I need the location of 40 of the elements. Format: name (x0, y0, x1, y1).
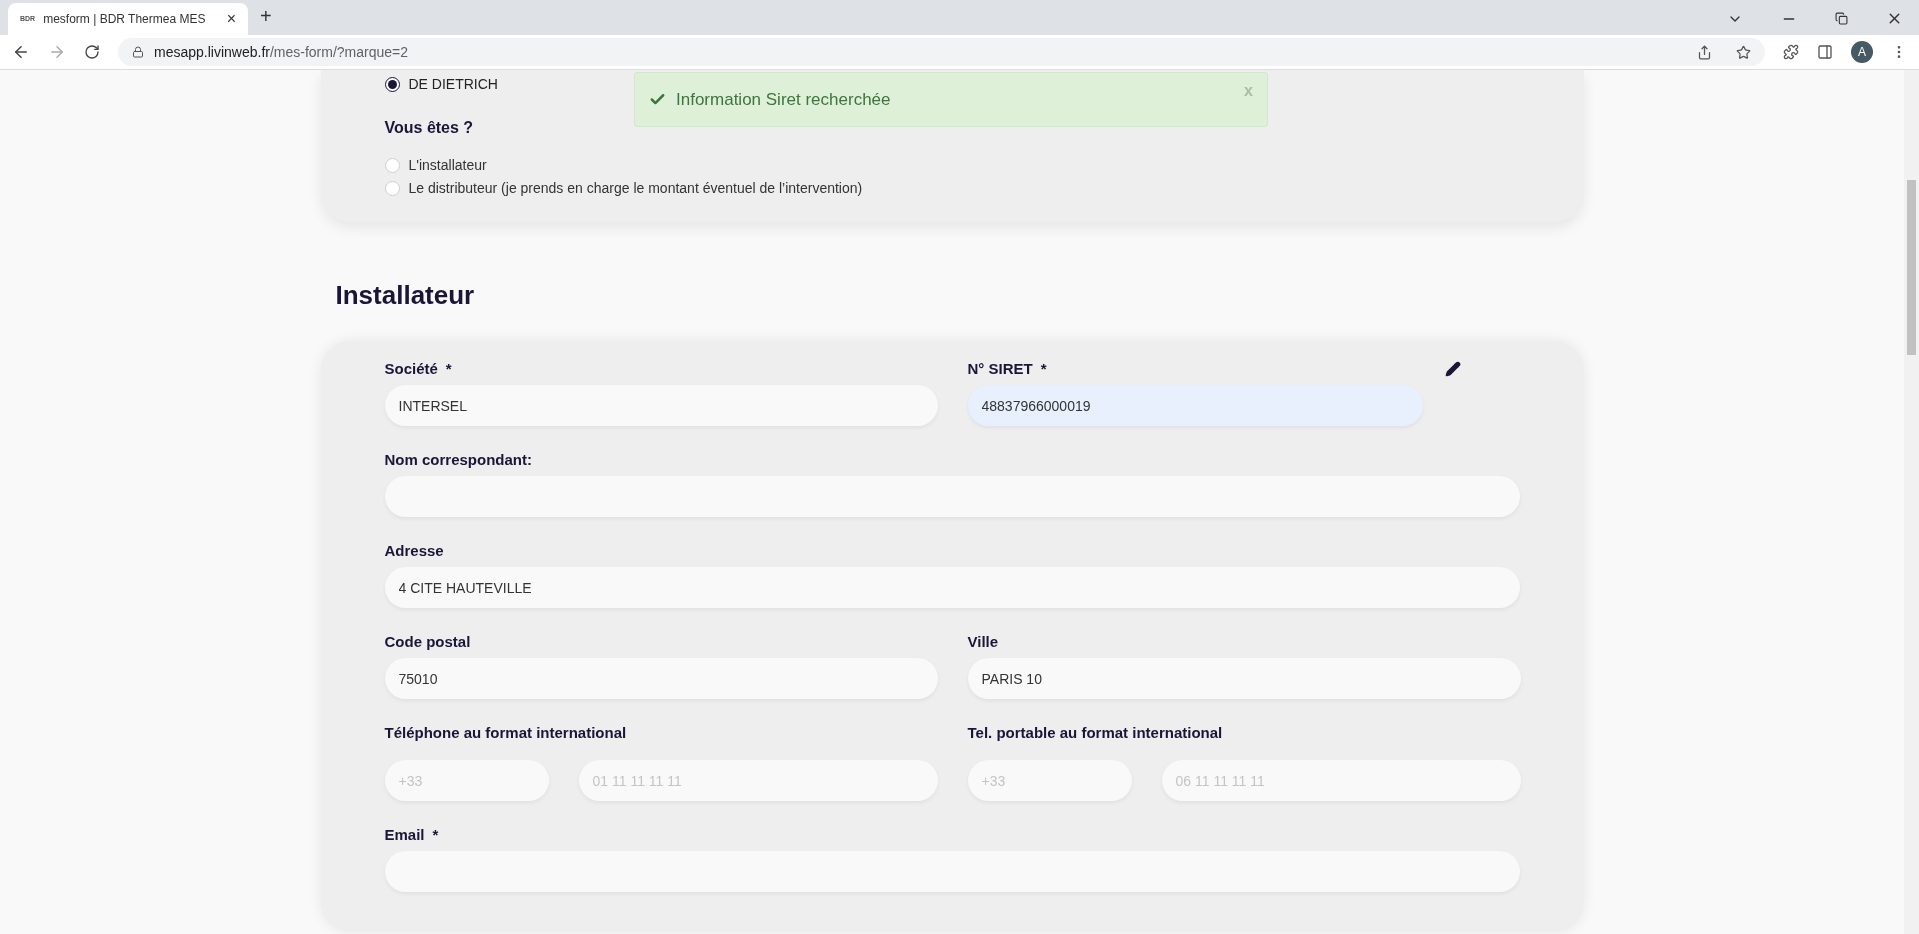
input-field[interactable]: INTERSEL (384, 385, 938, 426)
close-tab-button[interactable]: × (226, 7, 236, 31)
field-label: Nom correspondant: (384, 449, 532, 470)
new-tab-button[interactable]: + (260, 1, 272, 31)
radio-label: DE DIETRICH (408, 74, 498, 94)
field-label: Code postal (384, 631, 471, 652)
radio-label: Le distributeur (je prends en charge le montant éventuel de l’intervention) (408, 179, 863, 198)
required-mark: * (445, 358, 452, 379)
url-text: mesapp.livinweb.fr/mes-form/?marque=2 (154, 42, 410, 62)
lock-icon (132, 46, 144, 58)
required-mark: * (432, 824, 439, 845)
radio-label: L'installateur (408, 156, 487, 175)
tab-title: mesform | BDR Thermea MES (43, 11, 207, 28)
field-label: Téléphone au format international (384, 722, 627, 743)
edit-icon[interactable] (1444, 361, 1461, 377)
field-label: Société (384, 358, 438, 379)
address-bar[interactable]: mesapp.livinweb.fr/mes-form/?marque=2 (118, 38, 1765, 66)
input-field[interactable]: 75010 (384, 658, 938, 699)
side-panel-icon[interactable] (1817, 44, 1833, 60)
question-title: Vous êtes ? (384, 118, 475, 138)
field-label: Email (384, 824, 425, 845)
field-label: Ville (967, 631, 999, 652)
reload-icon[interactable] (84, 44, 100, 60)
radio-button[interactable] (384, 76, 400, 92)
profile-avatar[interactable]: A (1851, 41, 1873, 63)
input-field[interactable]: 48837966000019 (967, 385, 1423, 426)
field-label: N° SIRET (967, 358, 1033, 379)
section-title: Installateur (335, 279, 476, 312)
toast-message: Information Siret recherchée (676, 88, 892, 111)
field-label: Tel. portable au format international (967, 722, 1223, 743)
extensions-icon[interactable] (1783, 44, 1799, 60)
input-field[interactable]: 4 CITE HAUTEVILLE (384, 567, 1520, 608)
required-mark: * (1040, 358, 1047, 379)
restore-icon[interactable] (1835, 12, 1848, 25)
input-field[interactable]: PARIS 10 (967, 658, 1521, 699)
scrollbar[interactable] (1904, 70, 1919, 934)
back-icon[interactable] (12, 43, 30, 61)
field-label: Adresse (384, 540, 444, 561)
share-icon[interactable] (1697, 44, 1712, 60)
bookmark-star-icon[interactable] (1736, 44, 1751, 60)
